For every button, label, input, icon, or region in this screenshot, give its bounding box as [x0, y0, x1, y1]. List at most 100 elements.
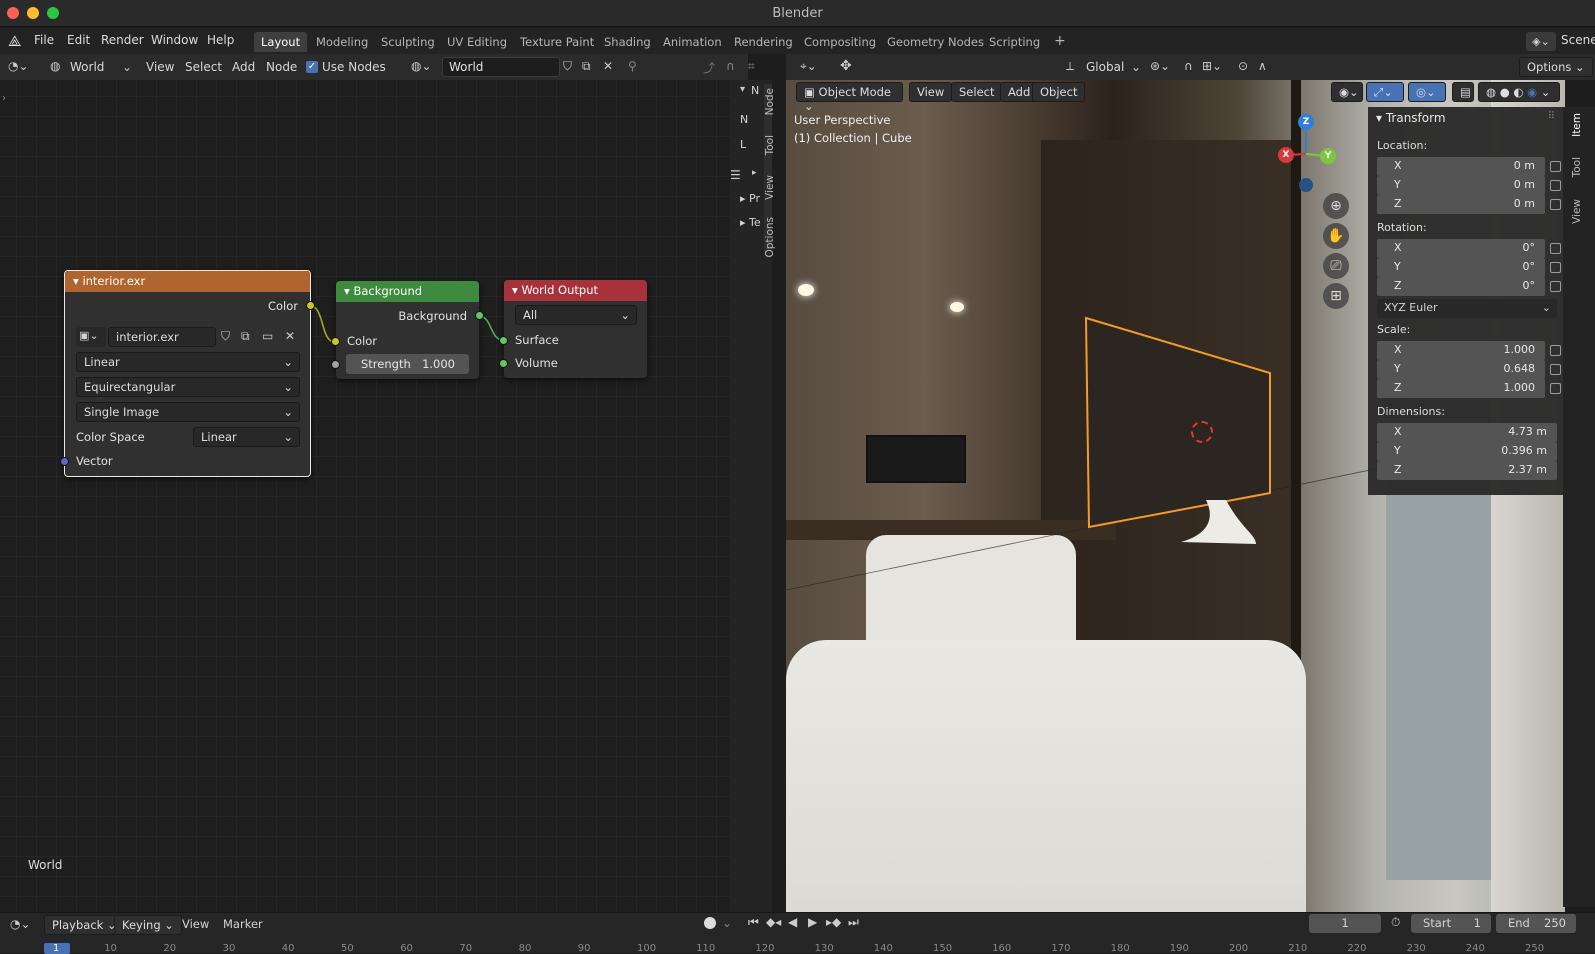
unlink-x-icon[interactable]: ✕ [285, 329, 295, 343]
fake-user-shield-icon[interactable]: ⛉ [563, 59, 572, 74]
background-node[interactable]: ▾ Background Background Color Strength 1… [331, 281, 484, 379]
tab-compositing[interactable]: Compositing [797, 32, 883, 52]
menu-edit[interactable]: Edit [67, 33, 90, 47]
image-browse-icon[interactable]: ▣⌄ [76, 327, 106, 347]
visibility-eye-icon[interactable]: ◉⌄ [1331, 82, 1363, 102]
rotation-mode-dropdown[interactable]: XYZ Euler ⌄ [1377, 299, 1557, 318]
location-z-field[interactable]: Z 0 m [1377, 195, 1545, 214]
lock-icon[interactable] [1550, 199, 1561, 210]
pin-icon[interactable]: ⚲ [628, 59, 637, 73]
dimensions-y-field[interactable]: Y 0.396 m [1377, 442, 1557, 461]
zoom-magnifier-icon[interactable]: ⊕ [1323, 193, 1349, 219]
x-axis-icon[interactable]: X [1278, 147, 1294, 163]
snap-grid-icon[interactable]: ⌗ [748, 59, 755, 74]
snap-increment-icon[interactable]: ⊞⌄ [1202, 59, 1222, 73]
unlink-x-icon[interactable]: ✕ [603, 59, 613, 73]
color-space-dropdown[interactable]: Linear ⌄ [193, 427, 300, 447]
menu-select[interactable]: Select [951, 82, 1003, 102]
tab-tool[interactable]: Tool [764, 135, 776, 155]
node-editor-canvas[interactable]: › ▾ interior.exr Color ▣⌄ interior.exr ⛉… [0, 80, 730, 912]
tab-layout[interactable]: Layout [254, 32, 308, 52]
shading-modes[interactable]: ◍ ● ◐ ◉ ⌄ [1478, 82, 1560, 102]
sidebar-row-l[interactable]: L [740, 138, 746, 151]
sidebar-row-te[interactable]: ▸ Te [740, 216, 761, 229]
scale-y-field[interactable]: Y 0.648 [1377, 360, 1545, 379]
expand-triangle-icon[interactable]: ▸ [752, 168, 757, 178]
neg-z-axis-icon[interactable] [1299, 178, 1313, 192]
scale-z-field[interactable]: Z 1.000 [1377, 379, 1545, 398]
editor-type-icon[interactable]: ◔⌄ [8, 59, 29, 73]
world-browse-icon[interactable]: ◍⌄ [411, 59, 432, 73]
menu-help[interactable]: Help [207, 33, 234, 47]
transform-section-header[interactable]: ▾ Transform [1376, 111, 1446, 125]
scene-label[interactable]: Scene [1561, 33, 1595, 47]
render-target-dropdown[interactable]: All ⌄ [515, 305, 637, 325]
menu-add[interactable]: Add [232, 60, 255, 74]
use-nodes-checkbox[interactable]: ✓ [306, 61, 318, 73]
tab-view[interactable]: View [1571, 199, 1583, 224]
blender-logo-icon[interactable]: ⟁ [8, 32, 21, 50]
frame-ruler[interactable]: 1 10 20 30 40 50 60 70 80 90 100 110 120 130 140 150 160… [0, 913, 1595, 954]
menu-view[interactable]: View [146, 60, 174, 74]
lock-icon[interactable] [1550, 161, 1561, 172]
menu-node[interactable]: Node [266, 60, 297, 74]
lock-icon[interactable] [1550, 345, 1561, 356]
tab-node[interactable]: Node [764, 88, 776, 115]
background-output-socket[interactable] [475, 311, 484, 320]
sidebar-row-n[interactable]: N [751, 84, 759, 97]
move-cursor-icon[interactable]: ✥ [840, 58, 852, 74]
rotation-x-field[interactable]: X 0° [1377, 239, 1545, 258]
pan-hand-icon[interactable]: ✋ [1323, 223, 1349, 249]
snap-magnet-icon[interactable]: ∩ [726, 59, 735, 73]
transform-tool-icon[interactable]: ⌖⌄ [800, 59, 817, 74]
lock-icon[interactable] [1550, 281, 1561, 292]
location-x-field[interactable]: X 0 m [1377, 157, 1545, 176]
tab-tool[interactable]: Tool [1571, 157, 1583, 177]
node-header[interactable]: ▾ Background [336, 281, 479, 302]
scene-selector-icon[interactable]: ◈⌄ [1526, 32, 1556, 51]
lock-icon[interactable] [1550, 180, 1561, 191]
duplicate-icon[interactable]: ⧉ [582, 59, 591, 74]
lock-icon[interactable] [1550, 243, 1561, 254]
menu-object[interactable]: Object [1032, 82, 1086, 102]
tab-options[interactable]: Options [764, 217, 776, 258]
menu-view[interactable]: View [909, 82, 953, 102]
scale-x-field[interactable]: X 1.000 [1377, 341, 1545, 360]
tab-animation[interactable]: Animation [656, 32, 729, 52]
world-output-node[interactable]: ▾ World Output All ⌄ Surface Volume [499, 280, 647, 378]
open-folder-icon[interactable]: ▭ [262, 329, 273, 343]
volume-input-socket[interactable] [499, 359, 508, 368]
node-header[interactable]: ▾ interior.exr [65, 271, 310, 292]
tab-view[interactable]: View [764, 175, 776, 200]
y-axis-icon[interactable]: Y [1320, 148, 1336, 164]
proportional-edit-icon[interactable]: ⊙ [1238, 59, 1248, 73]
add-workspace-button[interactable]: + [1047, 30, 1073, 50]
world-name-field[interactable]: World [442, 57, 560, 77]
gizmo-toggle-icon[interactable]: ⤢⌄ [1366, 82, 1404, 102]
orientation-icon[interactable]: ⟂ [1066, 59, 1074, 74]
fake-user-shield-icon[interactable]: ⛉ [221, 329, 230, 344]
lock-icon[interactable] [1550, 262, 1561, 273]
source-dropdown[interactable]: Single Image ⌄ [76, 402, 300, 422]
world-shader-icon[interactable]: ◍ [50, 59, 60, 73]
strength-field[interactable]: Strength 1.000 [346, 354, 469, 374]
rotation-y-field[interactable]: Y 0° [1377, 258, 1545, 277]
ortho-grid-icon[interactable]: ⊞ [1323, 283, 1349, 309]
sidebar-row-pr[interactable]: ▸ Pr [740, 192, 760, 205]
image-name-field[interactable]: interior.exr [108, 327, 216, 347]
tab-sculpting[interactable]: Sculpting [374, 32, 442, 52]
menu-window[interactable]: Window [151, 33, 198, 47]
interpolation-dropdown[interactable]: Linear ⌄ [76, 352, 300, 372]
snap-magnet-icon[interactable]: ∩ [1184, 59, 1193, 73]
vector-input-socket[interactable] [60, 457, 69, 466]
xray-toggle-icon[interactable]: ▤ [1452, 82, 1474, 102]
tab-item[interactable]: Item [1571, 113, 1583, 137]
tab-geometry-nodes[interactable]: Geometry Nodes [880, 32, 991, 52]
camera-view-icon[interactable]: ⎚ [1323, 253, 1349, 279]
image-texture-node[interactable]: ▾ interior.exr Color ▣⌄ interior.exr ⛉ ⧉… [60, 270, 315, 477]
tab-uv-editing[interactable]: UV Editing [440, 32, 514, 52]
surface-input-socket[interactable] [499, 336, 508, 345]
node-header[interactable]: ▾ World Output [504, 280, 647, 301]
options-dropdown[interactable]: Options ⌄ [1519, 57, 1593, 77]
duplicate-icon[interactable]: ⧉ [241, 329, 250, 344]
